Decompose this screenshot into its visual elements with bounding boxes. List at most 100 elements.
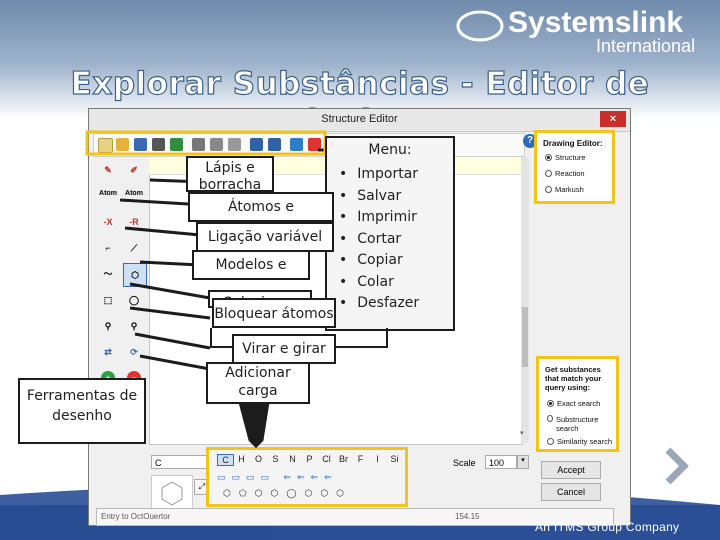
scale-input[interactable]: 100 <box>485 455 517 469</box>
element-button-o[interactable]: O <box>251 454 266 464</box>
element-button-n[interactable]: N <box>285 454 300 464</box>
print-icon[interactable] <box>152 138 165 151</box>
editor-title: Structure Editor <box>321 113 398 125</box>
callout-adicionar-carga: Adicionar carga <box>206 362 310 404</box>
radio-similarity-dot[interactable] <box>547 438 554 445</box>
radio-similarity-search[interactable]: Similarity search <box>547 437 612 446</box>
radio-markush[interactable]: Markush <box>545 185 584 194</box>
scale-dropdown-icon[interactable]: ▾ <box>517 455 529 469</box>
editor-titlebar: Structure Editor × <box>89 109 630 132</box>
substituent-x-tool[interactable]: -X <box>97 211 119 233</box>
element-button-f[interactable]: F <box>353 454 368 464</box>
shape-tools-row[interactable]: ⬡⬠⬡⬡◯⬡⬡⬡ <box>223 488 409 500</box>
radio-similarity-label: Similarity search <box>557 437 613 446</box>
element-button-h[interactable]: H <box>234 454 249 464</box>
rotate-icon[interactable]: ⟳ <box>123 341 145 363</box>
close-button[interactable]: × <box>600 111 626 127</box>
eraser-icon[interactable]: ✐ <box>123 159 145 181</box>
save-icon[interactable] <box>134 138 147 151</box>
menu-item-importar: Importar <box>339 164 419 186</box>
image-icon[interactable] <box>170 138 183 151</box>
variable-bond-icon[interactable]: 〜 <box>97 263 119 285</box>
status-value: 154.15 <box>455 512 480 521</box>
drawing-editor-panel: Drawing Editor: Structure Reaction Marku… <box>534 130 615 204</box>
paste-icon[interactable] <box>228 138 241 151</box>
radio-reaction[interactable]: Reaction <box>545 169 585 178</box>
canvas-scrollbar[interactable] <box>521 157 529 443</box>
radio-structure-label: Structure <box>555 153 586 162</box>
callout-lapis-borracha: Lápis e borracha <box>186 156 274 192</box>
radio-substructure-label: Substructure search <box>555 415 599 433</box>
pencil-icon[interactable]: ✎ <box>97 159 119 181</box>
unlock-atom-icon[interactable]: ⚲ <box>123 315 145 337</box>
callout-atomos-estruturas: Átomos e estruturas <box>188 192 334 222</box>
substituent-r-tool[interactable]: -R <box>123 211 145 233</box>
logo-name: Systemslink <box>508 6 684 39</box>
radio-substructure-dot[interactable] <box>547 415 553 422</box>
element-button-si[interactable]: Si <box>387 454 402 464</box>
cut-icon[interactable] <box>192 138 205 151</box>
new-icon[interactable] <box>98 138 113 153</box>
callout-virar-girar: Virar e girar <box>232 334 336 364</box>
menu-item-colar: Colar <box>339 272 419 294</box>
radio-markush-dot[interactable] <box>545 186 552 193</box>
menu-item-desfazer: Desfazer <box>339 293 419 315</box>
search-panel-title: Get substances that match your query usi… <box>545 365 602 392</box>
copy-icon[interactable] <box>210 138 223 151</box>
radio-reaction-dot[interactable] <box>545 170 552 177</box>
atom-tool-2[interactable]: Atom <box>123 183 145 205</box>
bond-icon[interactable]: ⟋ <box>123 237 145 259</box>
element-buttons-row: C H O S N P Cl Br F I Si <box>217 454 403 468</box>
callout-ferramentas-desenho: Ferramentas de desenho <box>18 378 146 444</box>
element-button-c[interactable]: C <box>217 454 234 466</box>
next-slide-icon[interactable] <box>660 446 690 486</box>
undo-icon[interactable] <box>250 138 263 151</box>
delete-icon[interactable] <box>308 138 321 151</box>
element-button-br[interactable]: Br <box>336 454 351 464</box>
radio-markush-label: Markush <box>555 185 584 194</box>
bracket-icon[interactable]: ⌐ <box>97 237 119 259</box>
radio-exact-dot[interactable] <box>547 400 554 407</box>
menu-item-salvar: Salvar <box>339 186 419 208</box>
accept-button[interactable]: Accept <box>541 461 601 479</box>
menu-callout-title: Menu: <box>368 142 412 158</box>
flip-icon[interactable]: ⇄ <box>97 341 119 363</box>
arrow-tools-row[interactable]: ▭▭▭▭ ⇐⇐⇐⇐ <box>217 472 403 484</box>
select-rectangle-icon[interactable]: ⬚ <box>97 289 119 311</box>
element-button-p[interactable]: P <box>302 454 317 464</box>
scroll-down-icon[interactable]: ▾ <box>520 429 528 439</box>
drawing-tools-toolbar: ✎ ✐ Atom Atom -X -R ⌐ ⟋ 〜 ⬡ ⬚ ◯ ⚲ ⚲ ⇄ ⟳ … <box>95 157 149 517</box>
drawing-panel-title: Drawing Editor: <box>543 139 603 148</box>
element-button-s[interactable]: S <box>268 454 283 464</box>
refresh-icon[interactable] <box>290 138 303 151</box>
callout-modelos: Modelos e <box>192 250 310 280</box>
radio-exact-search[interactable]: Exact search <box>547 399 600 408</box>
radio-structure[interactable]: Structure <box>545 153 585 162</box>
radio-structure-dot[interactable] <box>545 154 552 161</box>
menu-item-copiar: Copiar <box>339 250 419 272</box>
menu-item-cortar: Cortar <box>339 229 419 251</box>
menu-callout: Menu: Importar Salvar Imprimir Cortar Co… <box>325 136 455 331</box>
status-text: Entry to OctOuertor <box>101 512 171 521</box>
open-icon[interactable] <box>116 138 129 151</box>
lock-atom-icon[interactable]: ⚲ <box>97 315 119 337</box>
logo-subtitle: International <box>596 36 696 56</box>
scale-label: Scale <box>453 458 476 468</box>
main-toolbar <box>93 133 525 157</box>
atom-tool[interactable]: Atom <box>97 183 119 205</box>
element-input[interactable]: C <box>151 455 211 469</box>
menu-item-imprimir: Imprimir <box>339 207 419 229</box>
callout-bloquear-atomos: Bloquear átomos <box>212 298 336 328</box>
radio-reaction-label: Reaction <box>555 169 585 178</box>
scroll-thumb[interactable] <box>522 307 528 367</box>
element-button-i[interactable]: I <box>370 454 385 464</box>
lasso-icon[interactable]: ◯ <box>123 289 145 311</box>
radio-substructure-search[interactable]: Substructure search <box>547 415 609 433</box>
redo-icon[interactable] <box>268 138 281 151</box>
cancel-button[interactable]: Cancel <box>541 483 601 501</box>
element-button-cl[interactable]: Cl <box>319 454 334 464</box>
search-type-panel: Get substances that match your query usi… <box>536 356 619 452</box>
callout-ligacao-variavel: Ligação variável <box>196 222 334 252</box>
radio-exact-label: Exact search <box>557 399 601 408</box>
template-icon[interactable]: ⬡ <box>123 263 147 287</box>
